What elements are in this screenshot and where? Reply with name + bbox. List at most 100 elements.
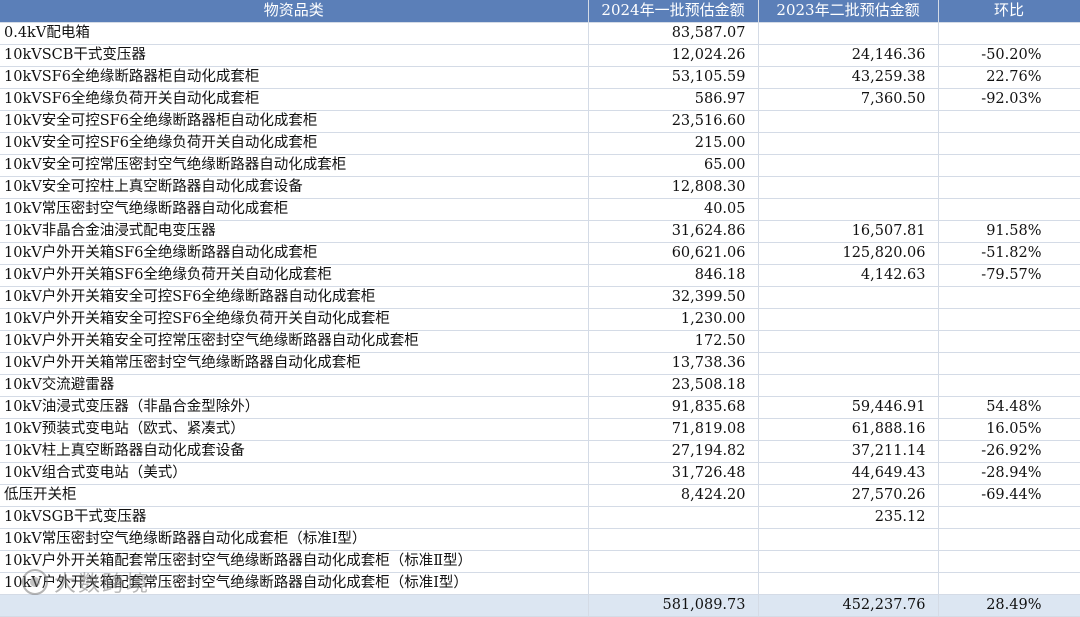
cell-category: 10kV常压密封空气绝缘断路器自动化成套柜（标准Ⅰ型）: [0, 528, 589, 551]
table-row: 10kV安全可控常压密封空气绝缘断路器自动化成套柜 65.00: [0, 154, 1080, 177]
table-row: 10kV油浸式变压器（非晶合金型除外） 91,835.68 59,446.91 54.…: [0, 396, 1080, 419]
cell-2024-amount: 12,024.26: [588, 44, 759, 67]
cell-category: 低压开关柜: [0, 484, 589, 507]
cell-2023-amount: 43,259.38: [758, 66, 939, 89]
cell-2023-amount: [758, 176, 939, 199]
cell-change: [938, 198, 1080, 221]
table-row: 10kV安全可控SF6全绝缘断路器柜自动化成套柜 23,516.60: [0, 110, 1080, 133]
cell-change: -28.94%: [938, 462, 1080, 485]
table-row: 10kV安全可控SF6全绝缘负荷开关自动化成套柜 215.00: [0, 132, 1080, 155]
cell-2023-amount: 27,570.26: [758, 484, 939, 507]
cell-category: 10kV户外开关箱安全可控SF6全绝缘负荷开关自动化成套柜: [0, 308, 589, 331]
cell-change: [938, 308, 1080, 331]
cell-category: 10kV安全可控柱上真空断路器自动化成套设备: [0, 176, 589, 199]
cell-2024-amount: 13,738.36: [588, 352, 759, 375]
cell-2024-amount: 40.05: [588, 198, 759, 221]
cell-change: -92.03%: [938, 88, 1080, 111]
cell-change: [938, 330, 1080, 353]
cell-category: 10kVSCB干式变压器: [0, 44, 589, 67]
table-row: 10kV户外开关箱配套常压密封空气绝缘断路器自动化成套柜（标准Ⅰ型）: [0, 572, 1080, 595]
cell-2023-amount: 24,146.36: [758, 44, 939, 67]
table-row: 10kV组合式变电站（美式） 31,726.48 44,649.43 -28.94%: [0, 462, 1080, 485]
cell-change: [938, 506, 1080, 529]
header-change: 环比: [938, 0, 1080, 23]
cell-2023-amount: 44,649.43: [758, 462, 939, 485]
cell-category: 10kV组合式变电站（美式）: [0, 462, 589, 485]
table-row: 10kV户外开关箱安全可控SF6全绝缘负荷开关自动化成套柜 1,230.00: [0, 308, 1080, 331]
header-2023-batch2: 2023年二批预估金额: [758, 0, 939, 23]
cell-2024-amount: 31,726.48: [588, 462, 759, 485]
cell-change: [938, 572, 1080, 595]
cell-category: 10kVSGB干式变压器: [0, 506, 589, 529]
table-row: 0.4kV配电箱 83,587.07: [0, 22, 1080, 45]
table-row: 10kV户外开关箱安全可控常压密封空气绝缘断路器自动化成套柜 172.50: [0, 330, 1080, 353]
table-row: 低压开关柜 8,424.20 27,570.26 -69.44%: [0, 484, 1080, 507]
cell-change: 16.05%: [938, 418, 1080, 441]
cell-category: 10kV户外开关箱安全可控常压密封空气绝缘断路器自动化成套柜: [0, 330, 589, 353]
cell-category: 10kV油浸式变压器（非晶合金型除外）: [0, 396, 589, 419]
table-row: 10kV户外开关箱配套常压密封空气绝缘断路器自动化成套柜（标准Ⅱ型）: [0, 550, 1080, 573]
cell-category: 10kV户外开关箱常压密封空气绝缘断路器自动化成套柜: [0, 352, 589, 375]
cell-2024-amount: [588, 572, 759, 595]
cell-2023-amount: [758, 308, 939, 331]
table-header-row: 物资品类 2024年一批预估金额 2023年二批预估金额 环比: [0, 0, 1080, 23]
cell-category: 10kV户外开关箱配套常压密封空气绝缘断路器自动化成套柜（标准Ⅱ型）: [0, 550, 589, 573]
cell-change: 91.58%: [938, 220, 1080, 243]
table-row: 10kV非晶合金油浸式配电变压器 31,624.86 16,507.81 91.58%: [0, 220, 1080, 243]
cell-change: -51.82%: [938, 242, 1080, 265]
cell-2023-amount: 16,507.81: [758, 220, 939, 243]
cell-2024-amount: 53,105.59: [588, 66, 759, 89]
cell-2023-amount: [758, 374, 939, 397]
cell-change: [938, 286, 1080, 309]
cell-2024-amount: 23,508.18: [588, 374, 759, 397]
table-row: 10kV户外开关箱SF6全绝缘负荷开关自动化成套柜 846.18 4,142.63-…: [0, 264, 1080, 287]
cell-2024-amount: 586.97: [588, 88, 759, 111]
table-row: 10kV柱上真空断路器自动化成套设备 27,194.82 37,211.14 -26.…: [0, 440, 1080, 463]
cell-2024-amount: 27,194.82: [588, 440, 759, 463]
cell-2024-amount: 846.18: [588, 264, 759, 287]
cell-2024-amount: 172.50: [588, 330, 759, 353]
cell-category: 10kV非晶合金油浸式配电变压器: [0, 220, 589, 243]
cell-change: [938, 110, 1080, 133]
cell-2024-amount: 83,587.07: [588, 22, 759, 45]
cell-2024-amount: 71,819.08: [588, 418, 759, 441]
cell-2023-amount: [758, 528, 939, 551]
cell-2023-amount: [758, 330, 939, 353]
cell-category: 10kV安全可控常压密封空气绝缘断路器自动化成套柜: [0, 154, 589, 177]
table-row: 10kV户外开关箱常压密封空气绝缘断路器自动化成套柜 13,738.36: [0, 352, 1080, 375]
cell-change: [938, 528, 1080, 551]
cell-2023-amount: [758, 572, 939, 595]
cell-category: 10kVSF6全绝缘负荷开关自动化成套柜: [0, 88, 589, 111]
cell-category: 0.4kV配电箱: [0, 22, 589, 45]
cell-2024-amount: 32,399.50: [588, 286, 759, 309]
total-cell-2024-amount: 581,089.73: [588, 594, 759, 617]
cell-change: 22.76%: [938, 66, 1080, 89]
table-row: 10kV安全可控柱上真空断路器自动化成套设备 12,808.30: [0, 176, 1080, 199]
cell-2023-amount: 37,211.14: [758, 440, 939, 463]
cell-change: -79.57%: [938, 264, 1080, 287]
cell-2023-amount: [758, 154, 939, 177]
cell-2023-amount: 4,142.63: [758, 264, 939, 287]
cell-change: [938, 352, 1080, 375]
cell-2024-amount: [588, 550, 759, 573]
cell-change: -50.20%: [938, 44, 1080, 67]
cell-change: [938, 22, 1080, 45]
cell-2024-amount: 215.00: [588, 132, 759, 155]
cell-2024-amount: 12,808.30: [588, 176, 759, 199]
cell-category: 10kV户外开关箱配套常压密封空气绝缘断路器自动化成套柜（标准Ⅰ型）: [0, 572, 589, 595]
cell-change: [938, 550, 1080, 573]
table-row: 10kVSF6全绝缘负荷开关自动化成套柜 586.97 7,360.50 -92.03…: [0, 88, 1080, 111]
cell-change: [938, 154, 1080, 177]
cell-2024-amount: 1,230.00: [588, 308, 759, 331]
cell-change: -26.92%: [938, 440, 1080, 463]
cell-category: 10kV户外开关箱SF6全绝缘负荷开关自动化成套柜: [0, 264, 589, 287]
cell-2023-amount: 7,360.50: [758, 88, 939, 111]
table-row: 10kV户外开关箱安全可控SF6全绝缘断路器自动化成套柜 32,399.50: [0, 286, 1080, 309]
cell-2023-amount: [758, 352, 939, 375]
cell-change: [938, 374, 1080, 397]
cell-2024-amount: 8,424.20: [588, 484, 759, 507]
header-2024-batch1: 2024年一批预估金额: [588, 0, 759, 23]
cell-2023-amount: 125,820.06: [758, 242, 939, 265]
cell-change: -69.44%: [938, 484, 1080, 507]
materials-estimate-table: 物资品类 2024年一批预估金额 2023年二批预估金额 环比 0.4kV配电箱…: [0, 0, 1080, 617]
